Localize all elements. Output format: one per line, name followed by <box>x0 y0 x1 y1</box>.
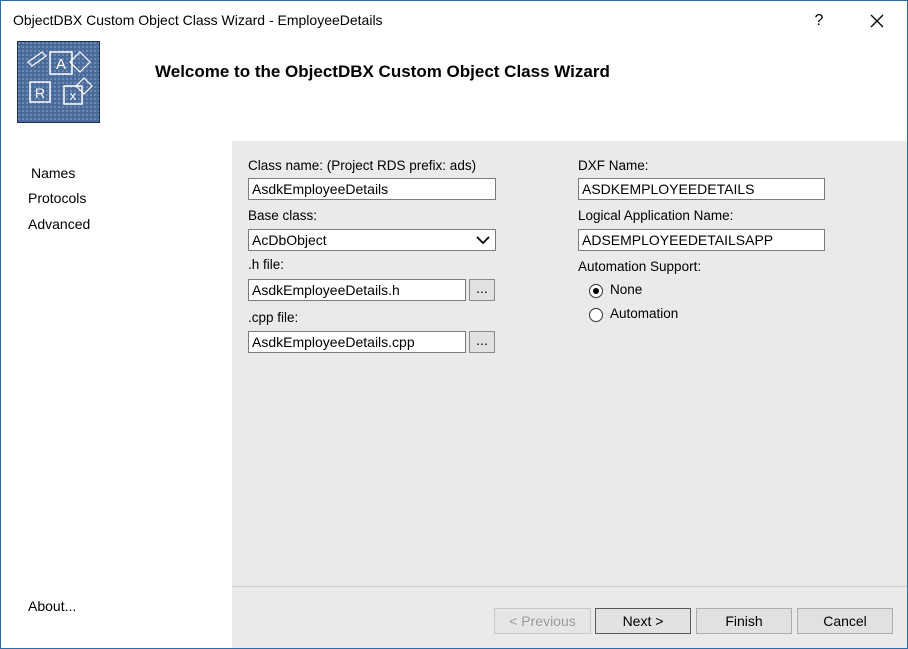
radio-button-unselected[interactable] <box>589 308 603 322</box>
svg-text:A: A <box>56 56 66 73</box>
base-class-value: AcDbObject <box>252 232 327 248</box>
close-icon <box>870 14 884 28</box>
h-file-label: .h file: <box>248 257 285 272</box>
wizard-logo-icon: A R x <box>17 41 100 123</box>
logical-app-label: Logical Application Name: <box>578 208 734 223</box>
window-title: ObjectDBX Custom Object Class Wizard - E… <box>13 12 383 28</box>
h-file-browse-button[interactable]: ... <box>469 279 495 301</box>
about-link[interactable]: About... <box>28 598 76 614</box>
nav-item-protocols[interactable]: Protocols <box>28 190 86 206</box>
h-file-input[interactable]: AsdkEmployeeDetails.h <box>248 279 466 301</box>
wizard-content: Class name: (Project RDS prefix: ads) As… <box>232 141 907 648</box>
dxf-name-input[interactable]: ASDKEMPLOYEEDETAILS <box>578 178 825 200</box>
class-name-label: Class name: (Project RDS prefix: ads) <box>248 158 477 173</box>
base-class-label: Base class: <box>248 208 318 223</box>
logical-app-input[interactable]: ADSEMPLOYEEDETAILSAPP <box>578 229 825 251</box>
radio-automation[interactable]: Automation <box>589 306 709 326</box>
previous-button[interactable]: < Previous <box>494 608 591 634</box>
finish-button[interactable]: Finish <box>696 608 792 634</box>
nav-item-names[interactable]: Names <box>31 165 75 181</box>
help-button[interactable]: ? <box>801 5 837 37</box>
wizard-title: Welcome to the ObjectDBX Custom Object C… <box>155 62 610 81</box>
class-name-input[interactable]: AsdkEmployeeDetails <box>248 178 496 200</box>
cpp-file-input[interactable]: AsdkEmployeeDetails.cpp <box>248 331 466 353</box>
cpp-file-label: .cpp file: <box>248 310 299 325</box>
cpp-file-browse-button[interactable]: ... <box>469 331 495 353</box>
wizard-header: A R x Welcome to the ObjectDBX Custom Ob… <box>1 41 907 141</box>
nav-item-advanced[interactable]: Advanced <box>28 216 90 232</box>
chevron-down-icon <box>476 236 490 245</box>
base-class-select[interactable]: AcDbObject <box>248 229 496 251</box>
automation-support-label: Automation Support: <box>578 259 702 274</box>
svg-text:R: R <box>35 85 45 101</box>
next-button[interactable]: Next > <box>595 608 691 634</box>
svg-text:x: x <box>70 88 77 103</box>
radio-button-selected[interactable] <box>589 284 603 298</box>
radio-automation-label: Automation <box>610 306 679 321</box>
dxf-name-label: DXF Name: <box>578 158 649 173</box>
radio-none-label: None <box>610 282 643 297</box>
wizard-window: ObjectDBX Custom Object Class Wizard - E… <box>0 0 908 649</box>
radio-none[interactable]: None <box>589 282 709 302</box>
footer-separator <box>232 586 907 587</box>
close-button[interactable] <box>857 5 897 37</box>
cancel-button[interactable]: Cancel <box>797 608 893 634</box>
wizard-nav: Names Protocols Advanced About... <box>1 141 232 648</box>
title-bar: ObjectDBX Custom Object Class Wizard - E… <box>1 1 907 41</box>
